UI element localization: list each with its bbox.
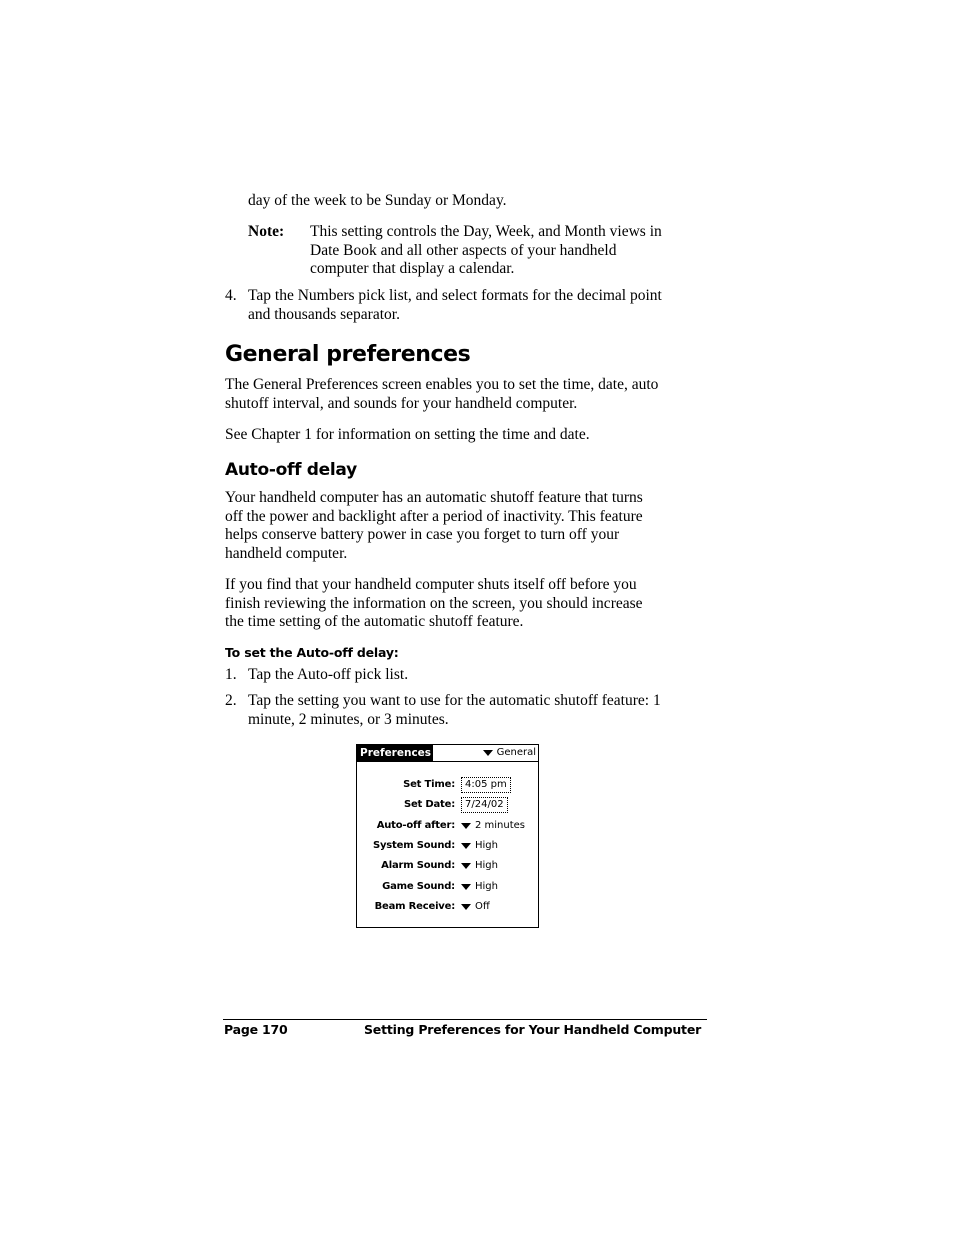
step-4: 4. Tap the Numbers pick list, and select…: [225, 287, 715, 324]
auto-off-label: Auto-off after:: [376, 820, 456, 831]
beam-receive-picklist[interactable]: Off: [461, 899, 490, 915]
step-line: Tap the setting you want to use for the …: [248, 692, 661, 709]
paragraph-line: off the power and backlight after a peri…: [225, 507, 643, 525]
set-date-label: Set Date:: [403, 799, 455, 810]
footer-chapter-title: Setting Preferences for Your Handheld Co…: [364, 1022, 702, 1037]
auto-off-row: Auto-off after: 2 minutes: [357, 818, 538, 834]
step-line: Tap the Numbers pick list, and select fo…: [248, 287, 662, 304]
triangle-down-icon: [461, 863, 471, 869]
step-line: minute, 2 minutes, or 3 minutes.: [248, 710, 449, 728]
game-sound-label: Game Sound:: [382, 881, 455, 892]
step-number: 1.: [225, 666, 237, 683]
set-time-label: Set Time:: [403, 779, 455, 790]
note-label: Note:: [248, 223, 285, 240]
system-sound-row: System Sound: High: [357, 838, 538, 854]
beam-receive-value: Off: [475, 901, 490, 912]
section-intro: The General Preferences screen enables y…: [225, 376, 658, 413]
step-line: Tap the Auto-off pick list.: [248, 666, 409, 683]
category-picklist[interactable]: General: [482, 746, 536, 760]
triangle-down-icon: [461, 843, 471, 849]
triangle-down-icon: [461, 823, 471, 829]
preferences-screenshot: Preferences General Set Time: 4:05 pm Se…: [356, 744, 539, 928]
system-sound-picklist[interactable]: High: [461, 838, 498, 854]
title-divider: [357, 761, 538, 762]
footer-rule: [223, 1019, 707, 1020]
game-sound-picklist[interactable]: High: [461, 879, 498, 895]
game-sound-value: High: [475, 881, 498, 892]
category-value: General: [496, 747, 536, 758]
note-line: This setting controls the Day, Week, and…: [310, 223, 662, 240]
autooff-paragraph-2: If you find that your handheld computer …: [225, 576, 643, 632]
paragraph-line: Your handheld computer has an automatic …: [225, 489, 643, 506]
paragraph-line: the time setting of the automatic shutof…: [225, 613, 524, 631]
auto-off-value: 2 minutes: [475, 820, 526, 831]
autooff-paragraph-1: Your handheld computer has an automatic …: [225, 489, 643, 563]
triangle-down-icon: [461, 884, 471, 890]
set-date-row: Set Date: 7/24/02: [357, 797, 538, 813]
procedure-title: To set the Auto-off delay:: [225, 645, 399, 660]
step-number: 4.: [225, 287, 237, 304]
game-sound-row: Game Sound: High: [357, 879, 538, 895]
paragraph-line: finish reviewing the information on the …: [225, 594, 643, 612]
auto-off-picklist[interactable]: 2 minutes: [461, 818, 525, 834]
alarm-sound-row: Alarm Sound: High: [357, 858, 538, 874]
alarm-sound-picklist[interactable]: High: [461, 858, 498, 874]
step-2: 2. Tap the setting you want to use for t…: [225, 692, 715, 729]
alarm-sound-value: High: [475, 860, 498, 871]
see-chapter-text: See Chapter 1 for information on setting…: [225, 426, 590, 443]
triangle-down-icon: [482, 750, 493, 756]
section-title: General preferences: [225, 342, 471, 367]
alarm-sound-label: Alarm Sound:: [381, 860, 455, 871]
paragraph-line: If you find that your handheld computer …: [225, 576, 637, 593]
section-intro-line: shutoff interval, and sounds for your ha…: [225, 394, 578, 412]
paragraph-line: helps conserve battery power in case you…: [225, 526, 620, 544]
set-time-field[interactable]: 4:05 pm: [461, 777, 511, 793]
note-line: Date Book and all other aspects of your …: [310, 241, 617, 259]
step-number: 2.: [225, 692, 237, 709]
system-sound-value: High: [475, 840, 498, 851]
section-intro-line: The General Preferences screen enables y…: [225, 376, 659, 393]
step-line: and thousands separator.: [248, 305, 400, 323]
set-date-field[interactable]: 7/24/02: [461, 797, 508, 813]
step-1: 1. Tap the Auto-off pick list.: [225, 666, 715, 685]
beam-receive-row: Beam Receive: Off: [357, 899, 538, 915]
system-sound-label: System Sound:: [372, 840, 455, 851]
note-line: computer that display a calendar.: [310, 260, 515, 278]
set-time-row: Set Time: 4:05 pm: [357, 777, 538, 793]
preferences-title: Preferences: [357, 745, 433, 761]
footer-page-number: Page 170: [224, 1022, 288, 1037]
intro-continuation: day of the week to be Sunday or Monday.: [248, 192, 507, 209]
paragraph-line: handheld computer.: [225, 544, 348, 562]
subsection-title: Auto-off delay: [225, 460, 357, 480]
triangle-down-icon: [461, 904, 471, 910]
beam-receive-label: Beam Receive:: [374, 901, 456, 912]
